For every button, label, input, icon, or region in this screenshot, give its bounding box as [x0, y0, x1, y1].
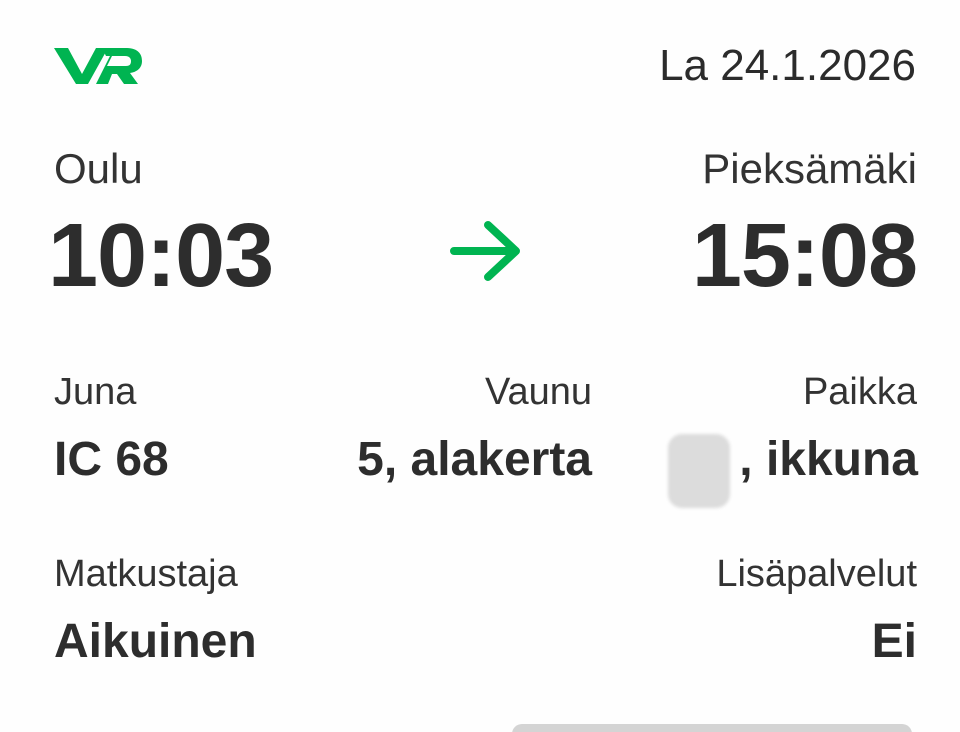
train-value: IC 68: [54, 433, 169, 486]
train-label: Juna: [54, 371, 137, 413]
vr-logo-icon: [54, 48, 142, 84]
passenger-label: Matkustaja: [54, 553, 238, 595]
seat-label: Paikka: [802, 371, 917, 413]
arrival-time: 15:08: [691, 206, 918, 306]
bottom-action-bar[interactable]: [512, 724, 912, 732]
extras-label: Lisäpalvelut: [716, 553, 917, 595]
redacted-seat-number: [668, 434, 730, 508]
arrow-right-icon: [450, 221, 520, 281]
passenger-value: Aikuinen: [54, 615, 257, 668]
departure-station: Oulu: [54, 145, 143, 192]
seat-value: , ikkuna: [739, 433, 918, 486]
car-label: Vaunu: [484, 371, 592, 413]
extras-value: Ei: [871, 615, 917, 668]
car-value: 5, alakerta: [357, 433, 592, 486]
departure-time: 10:03: [48, 206, 274, 306]
travel-date: La 24.1.2026: [659, 41, 916, 90]
arrival-station: Pieksämäki: [702, 145, 917, 192]
